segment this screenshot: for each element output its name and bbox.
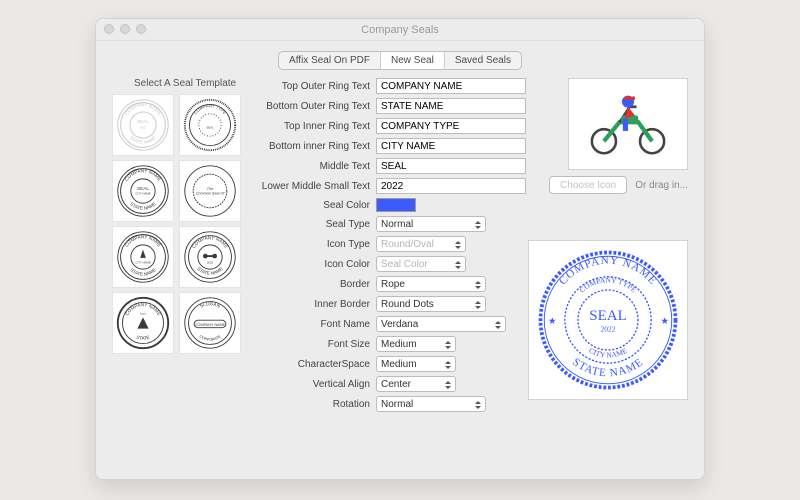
- svg-text:CORPORATE: CORPORATE: [199, 334, 222, 342]
- minimize-icon[interactable]: [120, 24, 130, 34]
- seal-preview: ★ ★ COMPANY NAME STATE NAME COMPANY TYPE…: [533, 245, 683, 395]
- inner-border-select[interactable]: Round Dots: [376, 296, 486, 312]
- svg-text:CITY NAME: CITY NAME: [587, 346, 628, 360]
- font-name-select[interactable]: Verdana: [376, 316, 506, 332]
- rotation-select[interactable]: Normal: [376, 396, 486, 412]
- seal-type-select[interactable]: Normal: [376, 216, 486, 232]
- svg-text:CITY NAME: CITY NAME: [135, 261, 150, 265]
- tab-saved[interactable]: Saved Seals: [445, 52, 521, 69]
- template-4[interactable]: COMPANY NAME STATE NAME CITY NAME: [112, 226, 174, 288]
- preview-inner-bottom: CITY NAME: [587, 346, 628, 360]
- svg-text:SEAL: SEAL: [137, 119, 149, 124]
- titlebar: Company Seals: [96, 19, 704, 41]
- preview-inner-top: COMPANY TYPE: [578, 275, 639, 294]
- font-size-select[interactable]: Medium: [376, 336, 456, 352]
- svg-text:STATE: STATE: [136, 335, 151, 341]
- seal-type-label: Seal Type: [256, 219, 376, 230]
- svg-text:COMPANY TYPE: COMPANY TYPE: [193, 103, 228, 115]
- char-space-select[interactable]: Medium: [376, 356, 456, 372]
- svg-text:STATE NAME: STATE NAME: [129, 135, 157, 145]
- seal-color-label: Seal Color: [256, 200, 376, 211]
- svg-text:STATE NAME: STATE NAME: [196, 266, 223, 276]
- templates-grid: COMPANY NAME STATE NAME SEAL 2022 COMPANY T…: [112, 94, 242, 354]
- svg-text:STATE NAME: STATE NAME: [129, 201, 157, 211]
- svg-text:SEAL: SEAL: [137, 186, 149, 191]
- bottom-outer-label: Bottom Outer Ring Text: [256, 101, 376, 112]
- font-size-label: Font Size: [256, 339, 376, 350]
- svg-text:Common Seal Of: Common Seal Of: [196, 192, 225, 196]
- tab-affix[interactable]: Affix Seal On PDF: [279, 52, 381, 69]
- middle-label: Middle Text: [256, 161, 376, 172]
- motorcycle-icon: [585, 85, 671, 163]
- preview-middle: SEAL: [589, 308, 627, 324]
- svg-text:★: ★: [661, 316, 669, 326]
- svg-text:2022: 2022: [140, 126, 147, 130]
- templates-heading: Select A Seal Template: [134, 78, 236, 89]
- window-controls: [104, 24, 146, 34]
- template-0[interactable]: COMPANY NAME STATE NAME SEAL 2022: [112, 94, 174, 156]
- svg-text:2022: 2022: [207, 261, 214, 265]
- svg-text:COMPANY NAME: COMPANY NAME: [195, 323, 226, 327]
- svg-text:SLOGAN: SLOGAN: [199, 301, 221, 309]
- middle-input[interactable]: [376, 158, 526, 174]
- svg-text:★: ★: [548, 316, 556, 326]
- lower-middle-label: Lower Middle Small Text: [256, 181, 376, 192]
- svg-text:SEAL: SEAL: [206, 126, 214, 130]
- seal-preview-box: ★ ★ COMPANY NAME STATE NAME COMPANY TYPE…: [528, 240, 688, 400]
- border-select[interactable]: Rope: [376, 276, 486, 292]
- top-inner-input[interactable]: [376, 118, 526, 134]
- top-outer-label: Top Outer Ring Text: [256, 81, 376, 92]
- rotation-label: Rotation: [256, 399, 376, 410]
- tab-new-seal[interactable]: New Seal: [381, 52, 445, 69]
- template-6[interactable]: COMPANY NAMESTATEIcon: [112, 292, 174, 354]
- icon-color-label: Icon Color: [256, 259, 376, 270]
- app-window: Company Seals Affix Seal On PDF New Seal…: [95, 18, 705, 480]
- zoom-icon[interactable]: [136, 24, 146, 34]
- svg-text:COMPANY NAME: COMPANY NAME: [124, 234, 162, 248]
- bottom-outer-input[interactable]: [376, 98, 526, 114]
- svg-text:COMPANY TYPE: COMPANY TYPE: [578, 275, 639, 294]
- template-2[interactable]: COMPANY NAME STATE NAME SEALCITY NAME: [112, 160, 174, 222]
- lower-middle-input[interactable]: [376, 178, 526, 194]
- preview-lower-middle: 2022: [601, 324, 616, 333]
- choose-icon-button[interactable]: Choose Icon: [549, 176, 627, 194]
- font-name-label: Font Name: [256, 319, 376, 330]
- bottom-inner-label: Bottom inner Ring Text: [256, 141, 376, 152]
- close-icon[interactable]: [104, 24, 114, 34]
- icon-type-label: Icon Type: [256, 239, 376, 250]
- svg-text:COMPANY NAME: COMPANY NAME: [124, 168, 162, 182]
- drag-hint: Or drag in...: [635, 180, 688, 191]
- top-inner-label: Top Inner Ring Text: [256, 121, 376, 132]
- border-label: Border: [256, 279, 376, 290]
- icon-color-select[interactable]: Seal Color: [376, 256, 466, 272]
- svg-text:COMPANY NAME: COMPANY NAME: [191, 235, 229, 249]
- main-tabs: Affix Seal On PDF New Seal Saved Seals: [278, 51, 522, 70]
- valign-select[interactable]: Center: [376, 376, 456, 392]
- valign-label: Vertical Align: [256, 379, 376, 390]
- form: Top Outer Ring Text Bottom Outer Ring Te…: [256, 78, 526, 416]
- icon-preview-box[interactable]: [568, 78, 688, 170]
- top-outer-input[interactable]: [376, 78, 526, 94]
- svg-text:CITY NAME: CITY NAME: [135, 192, 150, 196]
- svg-text:STATE NAME: STATE NAME: [129, 267, 157, 277]
- content: Select A Seal Template COMPANY NAME STATE…: [96, 78, 704, 478]
- icon-type-select[interactable]: Round/Oval: [376, 236, 466, 252]
- char-space-label: CharacterSpace: [256, 359, 376, 370]
- window-title: Company Seals: [361, 24, 439, 36]
- svg-text:The: The: [207, 187, 213, 191]
- svg-text:Icon: Icon: [140, 312, 146, 316]
- bottom-inner-input[interactable]: [376, 138, 526, 154]
- seal-color-swatch[interactable]: [376, 198, 416, 212]
- svg-text:COMPANY NAME: COMPANY NAME: [124, 102, 162, 116]
- inner-border-label: Inner Border: [256, 299, 376, 310]
- template-5[interactable]: COMPANY NAME STATE NAME2022: [179, 226, 241, 288]
- template-7[interactable]: SLOGAN CORPORATE COMPANY NAME: [179, 292, 241, 354]
- template-1[interactable]: COMPANY TYPE SEAL: [179, 94, 241, 156]
- template-3[interactable]: TheCommon Seal Of: [179, 160, 241, 222]
